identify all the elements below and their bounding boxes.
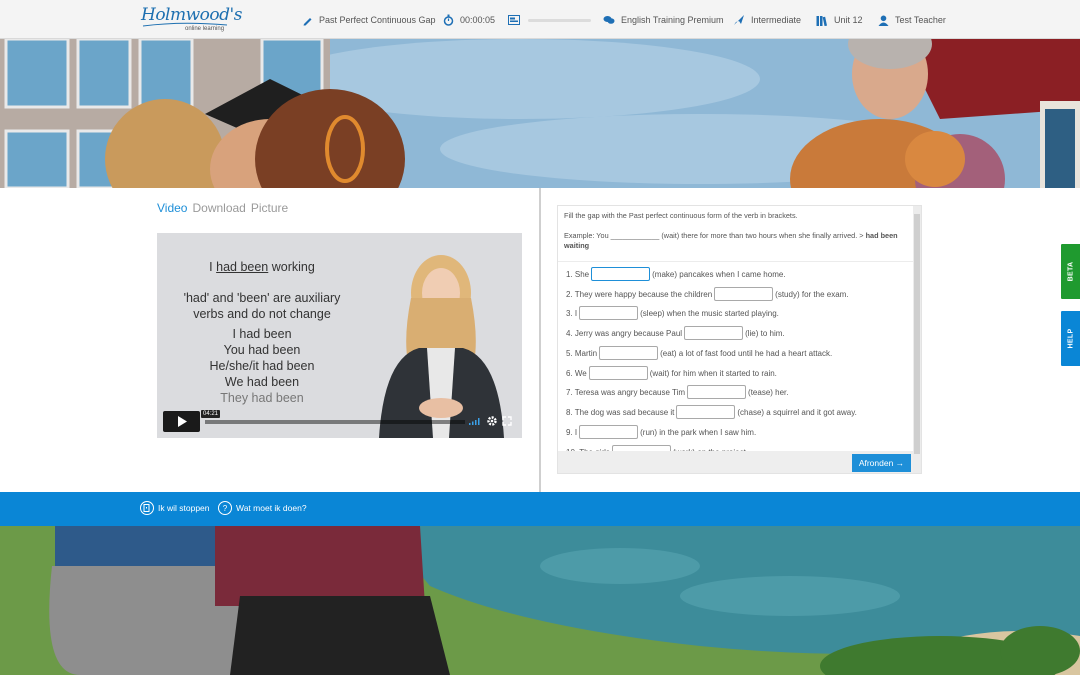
- course-item[interactable]: English Training Premium: [603, 13, 724, 27]
- answer-input-7[interactable]: [687, 385, 747, 399]
- fullscreen-icon[interactable]: [501, 415, 513, 427]
- top-bar: Holmwood's online learning Past Perfect …: [0, 0, 1080, 39]
- books-icon: [816, 14, 828, 26]
- submit-button[interactable]: Afronden →: [852, 454, 911, 472]
- beta-tab[interactable]: BETA: [1059, 242, 1080, 301]
- exercise-scrollbar[interactable]: [913, 206, 921, 473]
- tab-picture[interactable]: Picture: [251, 201, 288, 215]
- question-8: 8. The dog was sad because it (chase) a s…: [566, 405, 857, 419]
- lesson-title-item: Past Perfect Continuous Gap: [301, 13, 436, 27]
- video-line-2: 'had' and 'been' are auxiliary: [183, 291, 341, 305]
- video-line-6: He/she/it had been: [209, 359, 315, 373]
- logo-tagline: online learning: [185, 26, 225, 32]
- exercise-panel: Fill the gap with the Past perfect conti…: [557, 205, 922, 474]
- question-2: 2. They were happy because the children(…: [566, 287, 849, 301]
- user-name: Test Teacher: [895, 15, 946, 25]
- settings-gear-icon[interactable]: [486, 415, 498, 427]
- answer-input-8[interactable]: [676, 405, 736, 419]
- answer-input-3[interactable]: [579, 306, 639, 320]
- timer: 00:00:05: [460, 15, 496, 25]
- answer-input-1[interactable]: [591, 267, 651, 281]
- question-4: 4. Jerry was angry because Paul (lie) to …: [566, 326, 785, 340]
- background-illustration-top: [0, 39, 1080, 188]
- question-1: 1. She (make) pancakes when I came home.: [566, 267, 786, 281]
- instruction-text: Fill the gap with the Past perfect conti…: [564, 211, 798, 220]
- user-item[interactable]: Test Teacher: [877, 13, 946, 27]
- stop-label: Ik wil stoppen: [158, 503, 210, 513]
- question-5: 5. Martin (eat) a lot of fast food until …: [566, 346, 832, 360]
- help-tab[interactable]: HELP: [1059, 309, 1080, 368]
- video-line-5: You had been: [223, 343, 301, 357]
- presenter-image: [379, 255, 504, 438]
- video-time: 04:21: [201, 410, 221, 418]
- unit-name: Unit 12: [834, 15, 863, 25]
- progress-card-icon: [508, 14, 520, 26]
- help-label: Wat moet ik doen?: [236, 503, 307, 513]
- stop-button[interactable]: Ik wil stoppen: [140, 501, 210, 515]
- video-line-7: We had been: [224, 375, 300, 389]
- tab-download[interactable]: Download: [192, 201, 245, 215]
- level-name: Intermediate: [751, 15, 802, 25]
- holmwoods-logo[interactable]: Holmwood's online learning: [141, 4, 242, 36]
- lesson-title: Past Perfect Continuous Gap: [319, 15, 436, 25]
- level-item[interactable]: Intermediate: [733, 13, 801, 27]
- example-text: Example: You ____________ (wait) there f…: [564, 230, 898, 251]
- unit-item[interactable]: Unit 12: [816, 13, 863, 27]
- progress-item: [508, 13, 591, 27]
- play-button[interactable]: [163, 411, 200, 432]
- answer-input-4[interactable]: [684, 326, 744, 340]
- progress-bar: [528, 18, 591, 22]
- play-icon: [177, 416, 187, 427]
- video-line-8: They had been: [220, 391, 304, 405]
- main-content: Video Download Picture I had been workin…: [0, 188, 1080, 492]
- video-line-3: verbs and do not change: [193, 307, 331, 321]
- media-tabs: Video Download Picture: [157, 201, 288, 215]
- video-scrubber[interactable]: [205, 420, 465, 424]
- tab-video[interactable]: Video: [157, 201, 187, 215]
- bottom-action-bar: Ik wil stoppen ? Wat moet ik doen?: [0, 492, 1080, 526]
- video-player[interactable]: I had been working 'had' and 'been' are …: [157, 233, 522, 438]
- user-icon: [877, 14, 889, 26]
- answer-input-2[interactable]: [714, 287, 774, 301]
- exit-door-icon: [140, 501, 154, 515]
- question-6: 6. We (wait) for him when it started to r…: [566, 366, 777, 380]
- video-line-4: I had been: [232, 327, 292, 341]
- landscape-illustration: [0, 526, 1080, 675]
- pencil-icon: [301, 14, 313, 26]
- question-icon: ?: [218, 501, 232, 515]
- stopwatch-icon: [442, 14, 454, 26]
- answer-input-9[interactable]: [579, 425, 639, 439]
- background-illustration-bottom: [0, 526, 1080, 675]
- question-7: 7. Teresa was angry because Tim (tease) h…: [566, 385, 789, 399]
- volume-icon[interactable]: [469, 415, 481, 427]
- chat-bubbles-icon: [603, 14, 615, 26]
- plane-icon: [733, 14, 745, 26]
- exercise-instructions: Fill the gap with the Past perfect conti…: [564, 211, 904, 252]
- scrollbar-thumb[interactable]: [914, 214, 920, 454]
- course-name: English Training Premium: [621, 15, 724, 25]
- classroom-illustration: [0, 39, 1080, 188]
- panel-divider: [539, 188, 541, 492]
- timer-item: 00:00:05: [442, 13, 495, 27]
- video-line-1: I had been working: [209, 260, 315, 274]
- answer-input-5[interactable]: [599, 346, 659, 360]
- question-3: 3. I (sleep) when the music started playi…: [566, 306, 779, 320]
- help-button[interactable]: ? Wat moet ik doen?: [218, 501, 307, 515]
- instruction-separator: [558, 261, 913, 262]
- question-9: 9. I (run) in the park when I saw him.: [566, 425, 756, 439]
- answer-input-6[interactable]: [588, 366, 648, 380]
